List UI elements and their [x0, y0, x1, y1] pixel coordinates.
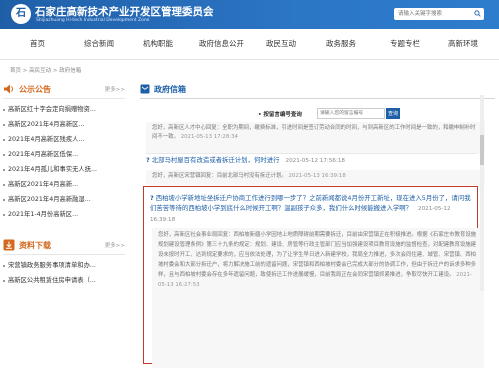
site-logo[interactable]: 石 — [11, 4, 31, 24]
notice-header: 公示公告 更多>> — [3, 80, 125, 98]
download-icon — [3, 239, 15, 251]
notice-item[interactable]: 高新区2021年4月高新融湿... — [3, 192, 125, 207]
code-search-label: • 按留言编号查询 — [258, 112, 302, 118]
download-item[interactable]: 高新区公共租赁住房申请表（... — [3, 273, 125, 288]
reply-block: 您好，高新区人才中心回复：全职为期间，缴费标准，引进时间是签订劳动合同的时间，与… — [146, 122, 485, 154]
download-title: 资料下载 — [19, 240, 51, 250]
notice-title: 公示公告 — [19, 84, 51, 94]
download-item[interactable]: 宋营镇政务服务事项清单和办... — [3, 258, 125, 273]
notice-more-link[interactable]: 更多>> — [105, 85, 125, 93]
mail-icon — [140, 84, 150, 94]
notice-item[interactable]: 高新区红十字会定向捐赠物资... — [3, 102, 125, 117]
notice-item[interactable]: 2021年4月高新区残疾人... — [3, 132, 125, 147]
breadcrumb: 首页 > 高民互动 > 政府信箱 — [10, 68, 82, 74]
site-header: 石 石家庄高新技术产业开发区管理委员会 Shijiazhuang Hi-tech… — [0, 0, 499, 29]
question-icon: ? — [146, 156, 150, 164]
question-item[interactable]: ? 西柏坡小学新地址坐拆迁户协商工作进行到哪一步了？之前新闻都说4月份开工新址，现… — [150, 193, 475, 225]
mailbox-title: 政府信箱 — [154, 84, 186, 94]
reply-text: 您好，高新区社会事业局回复：西柏坡新疆小学因地上地质障碍前期需要拆迁，目前由宋营… — [158, 232, 477, 278]
reply-block: 您好，高新区社会事业局回复：西柏坡新疆小学因地上地质障碍前期需要拆迁，目前由宋营… — [152, 228, 484, 368]
question-text[interactable]: 北部马村屋百有改造或者拆迁计划，何时进行 — [152, 156, 280, 164]
reply-date: 2021-05-13 17:28:34 — [180, 134, 238, 140]
code-search-input[interactable] — [317, 108, 385, 119]
notice-item[interactable]: 2021年4月高新区低保... — [3, 147, 125, 162]
header-search-input[interactable] — [398, 8, 470, 20]
download-header: 资料下载 更多>> — [3, 236, 125, 254]
search-icon[interactable] — [474, 10, 481, 17]
code-search-row: • 按留言编号查询 查询 — [140, 107, 495, 120]
reply-block: 您好，高新区宋营镇回复：目前北部马村没有拆迁计划。 2021-05-13 16:… — [146, 170, 485, 185]
nav-item-environment[interactable]: 高新环境 — [448, 38, 478, 49]
scrollbar-thumb[interactable] — [480, 135, 484, 165]
reply-date: 2021-05-13 16:39:18 — [288, 173, 346, 179]
reply-text: 您好，高新区宋营镇回复：目前北部马村没有拆迁计划。 — [152, 173, 287, 179]
question-icon: ? — [150, 194, 154, 202]
code-search-button[interactable]: 查询 — [386, 108, 400, 119]
mailbox-panel: 政府信箱 • 按留言编号查询 查询 您好，高新区人才中心回复：全职为期间，缴费标… — [140, 80, 495, 368]
speaker-icon — [4, 84, 13, 94]
nav-item-services[interactable]: 政务服务 — [326, 38, 356, 49]
question-date: 2021-05-12 17:56:18 — [285, 158, 345, 164]
notice-item[interactable]: 高新区2021年4月高新... — [3, 177, 125, 192]
nav-item-functions[interactable]: 机构职能 — [143, 38, 173, 49]
site-title[interactable]: 石家庄高新技术产业开发区管理委员会 — [35, 4, 214, 19]
notice-item[interactable]: 2021年1-4月份高新区... — [3, 207, 125, 222]
site-subtitle: Shijiazhuang Hi-tech Industrial Developm… — [36, 18, 150, 23]
nav-item-info-public[interactable]: 政府信息公开 — [199, 38, 244, 49]
nav-item-news[interactable]: 综合新闻 — [84, 38, 114, 49]
header-search-box — [394, 8, 484, 20]
notice-item[interactable]: 2021年4月孤儿和事实无人抚... — [3, 162, 125, 177]
mailbox-header: 政府信箱 — [140, 80, 495, 99]
question-item[interactable]: ? 北部马村屋百有改造或者拆迁计划，何时进行 2021-05-12 17:56:18 — [146, 156, 466, 166]
main-nav: 首页 综合新闻 机构职能 政府信息公开 政民互动 政务服务 专题专栏 高新环境 — [0, 29, 499, 60]
nav-item-interaction[interactable]: 政民互动 — [266, 38, 296, 49]
download-more-link[interactable]: 更多>> — [105, 241, 125, 249]
scrollbar[interactable] — [480, 95, 484, 291]
nav-item-home[interactable]: 首页 — [30, 38, 45, 49]
notice-item[interactable]: 高新区2021年4月高新区... — [3, 117, 125, 132]
sidebar: 公示公告 更多>> 高新区红十字会定向捐赠物资... 高新区2021年4月高新区… — [3, 80, 125, 288]
nav-item-topics[interactable]: 专题专栏 — [390, 38, 420, 49]
